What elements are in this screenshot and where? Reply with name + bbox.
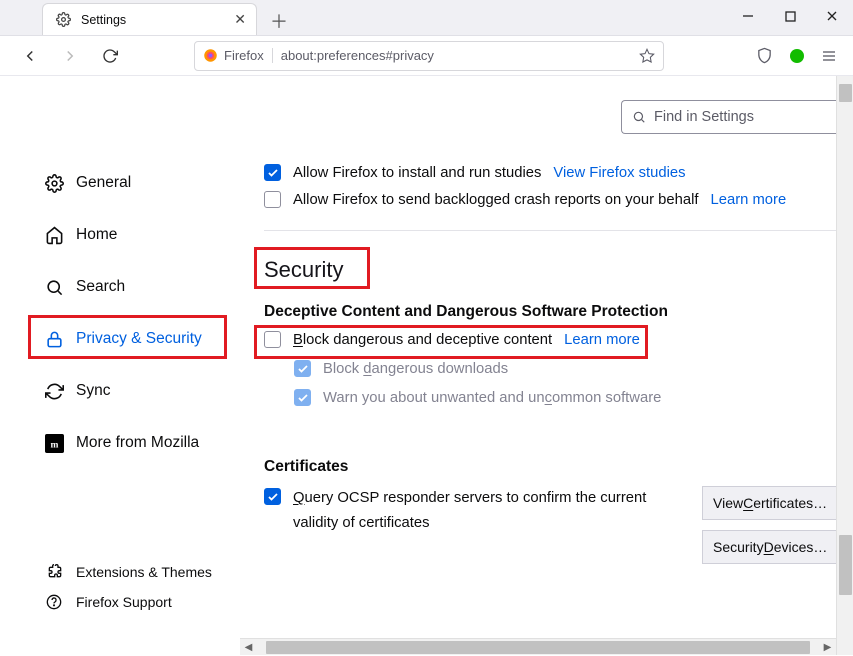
vertical-scrollbar[interactable]: [836, 76, 853, 655]
bookmark-star-icon[interactable]: [639, 48, 655, 64]
heading-security: Security: [264, 257, 836, 283]
horizontal-scrollbar[interactable]: ◀▶: [240, 638, 836, 655]
home-icon: [44, 225, 64, 245]
button-security-devices[interactable]: Security Devices…: [702, 530, 842, 564]
sidebar-item-privacy[interactable]: Privacy & Security: [36, 320, 231, 358]
find-placeholder: Find in Settings: [654, 109, 754, 125]
label-allow-studies: Allow Firefox to install and run studies: [293, 165, 541, 181]
find-in-settings-input[interactable]: Find in Settings: [621, 100, 836, 134]
sidebar-item-label: Extensions & Themes: [76, 564, 212, 580]
sidebar-item-label: Firefox Support: [76, 594, 172, 610]
section-divider: [264, 230, 836, 231]
window-maximize-button[interactable]: [781, 7, 799, 25]
tab-close-button[interactable]: ✕: [234, 11, 246, 28]
mozilla-icon: m: [44, 433, 64, 453]
sidebar-bottom: Extensions & Themes Firefox Support: [36, 557, 246, 617]
gear-icon: [53, 10, 73, 30]
lock-icon: [44, 329, 64, 349]
url-bar[interactable]: Firefox about:preferences#privacy: [194, 41, 664, 71]
identity-box[interactable]: Firefox: [203, 48, 273, 63]
label-ocsp: Query OCSP responder servers to confirm …: [293, 486, 693, 536]
sidebar-item-label: More from Mozilla: [76, 434, 199, 452]
subheading-certificates: Certificates: [264, 458, 836, 476]
label-crash-reports: Allow Firefox to send backlogged crash r…: [293, 192, 699, 208]
nav-toolbar: Firefox about:preferences#privacy: [0, 36, 853, 76]
tab-bar: Settings ✕ ＋: [0, 0, 853, 36]
tab-settings[interactable]: Settings ✕: [42, 3, 257, 35]
window-minimize-button[interactable]: [739, 7, 757, 25]
sidebar-item-label: Privacy & Security: [76, 330, 202, 348]
help-icon: [44, 592, 64, 612]
sidebar-item-label: Search: [76, 278, 125, 296]
subheading-deceptive: Deceptive Content and Dangerous Software…: [264, 303, 836, 321]
gear-icon: [44, 173, 64, 193]
checkbox-crash-reports[interactable]: [264, 191, 281, 208]
link-view-studies[interactable]: View Firefox studies: [553, 165, 685, 181]
sidebar-item-home[interactable]: Home: [36, 216, 231, 254]
reload-button[interactable]: [96, 42, 124, 70]
button-view-certificates[interactable]: View Certificates…: [702, 486, 842, 520]
firefox-logo-icon: [203, 48, 218, 63]
sidebar-item-sync[interactable]: Sync: [36, 372, 231, 410]
new-tab-button[interactable]: ＋: [265, 7, 293, 35]
sidebar-item-label: General: [76, 174, 131, 192]
identity-label: Firefox: [224, 48, 264, 63]
link-security-learn-more[interactable]: Learn more: [564, 332, 640, 348]
tab-title: Settings: [81, 13, 126, 27]
checkbox-allow-studies[interactable]: [264, 164, 281, 181]
settings-sidebar: General Home Search Privacy & Security S…: [36, 164, 231, 462]
sidebar-item-label: Home: [76, 226, 117, 244]
checkbox-ocsp[interactable]: [264, 488, 281, 505]
sidebar-extensions[interactable]: Extensions & Themes: [36, 557, 246, 587]
sidebar-support[interactable]: Firefox Support: [36, 587, 246, 617]
label-block-downloads: Block dangerous downloads: [323, 361, 508, 377]
search-icon: [44, 277, 64, 297]
checkbox-block-deceptive[interactable]: [264, 331, 281, 348]
link-crash-learn-more[interactable]: Learn more: [711, 192, 787, 208]
app-menu-button[interactable]: [821, 48, 837, 64]
checkbox-warn-uncommon: [294, 389, 311, 406]
extension-icon[interactable]: [789, 48, 805, 64]
settings-main: Allow Firefox to install and run studies…: [264, 164, 836, 638]
settings-page: Find in Settings General Home Search Pri…: [0, 76, 853, 655]
svg-text:m: m: [50, 440, 58, 450]
label-block-deceptive: Block dangerous and deceptive content: [293, 332, 552, 348]
checkbox-block-downloads: [294, 360, 311, 377]
back-button[interactable]: [16, 42, 44, 70]
label-warn-uncommon: Warn you about unwanted and uncommon sof…: [323, 390, 661, 406]
sidebar-item-general[interactable]: General: [36, 164, 231, 202]
sidebar-item-more[interactable]: m More from Mozilla: [36, 424, 231, 462]
pocket-icon[interactable]: [756, 47, 773, 64]
forward-button[interactable]: [56, 42, 84, 70]
sidebar-item-search[interactable]: Search: [36, 268, 231, 306]
window-close-button[interactable]: [823, 7, 841, 25]
search-icon: [632, 110, 646, 124]
puzzle-icon: [44, 562, 64, 582]
sync-icon: [44, 381, 64, 401]
url-text: about:preferences#privacy: [281, 48, 434, 63]
sidebar-item-label: Sync: [76, 382, 110, 400]
